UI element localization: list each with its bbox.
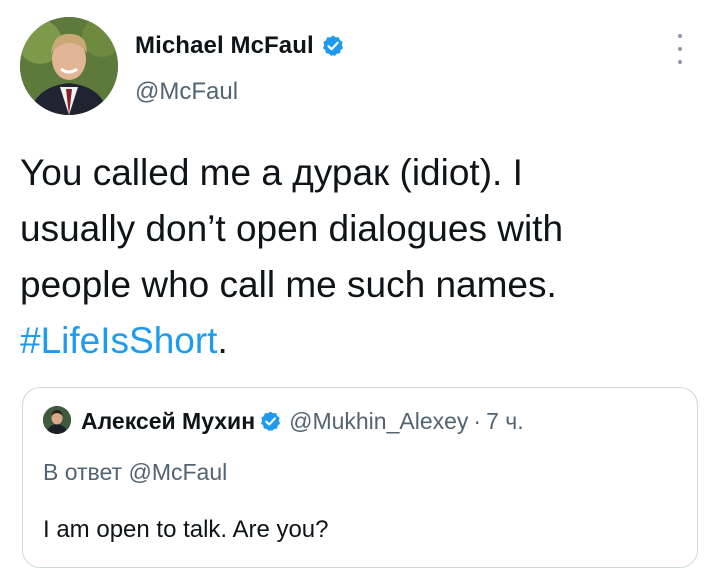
tweet-hashtag-line: #LifeIsShort. bbox=[20, 313, 700, 369]
reply-prefix: В ответ bbox=[43, 459, 123, 485]
author-avatar-image bbox=[20, 17, 118, 115]
verified-badge-icon bbox=[322, 35, 344, 57]
quoted-meta-separator: · bbox=[473, 407, 482, 434]
author-name[interactable]: Michael McFaul bbox=[135, 32, 314, 60]
hashtag-trailing-text: . bbox=[217, 320, 228, 361]
quoted-author-avatar-image bbox=[43, 406, 71, 434]
quoted-author-name[interactable]: Алексей Мухин bbox=[81, 408, 255, 435]
tweet-text-line: people who call me such names. bbox=[20, 264, 557, 305]
quoted-author-avatar[interactable] bbox=[43, 406, 71, 434]
quoted-tweet-time[interactable]: 7 ч. bbox=[486, 408, 524, 435]
quoted-reply-context: В ответ @McFaul bbox=[43, 459, 227, 486]
quoted-tweet-card[interactable]: Алексей Мухин @Mukhin_Alexey · 7 ч. В от… bbox=[22, 387, 698, 568]
verified-badge-icon bbox=[260, 410, 281, 432]
quoted-author-handle[interactable]: @Mukhin_Alexey bbox=[289, 408, 468, 435]
author-handle[interactable]: @McFaul bbox=[135, 78, 238, 106]
tweet-text-line: You called me a дурак (idiot). I bbox=[20, 152, 523, 193]
tweet-text-line: usually don’t open dialogues with bbox=[20, 208, 564, 249]
quoted-tweet-text: I am open to talk. Are you? bbox=[43, 516, 329, 543]
author-avatar[interactable] bbox=[20, 17, 118, 115]
hashtag-link[interactable]: #LifeIsShort bbox=[20, 320, 217, 361]
reply-mention-link[interactable]: @McFaul bbox=[128, 459, 227, 485]
quoted-tweet-header: Алексей Мухин @Mukhin_Alexey · 7 ч. bbox=[81, 407, 524, 435]
tweet: Michael McFaul @McFaul You called me a д… bbox=[0, 0, 720, 587]
tweet-text: You called me a дурак (idiot). I usually… bbox=[20, 145, 700, 369]
more-options-icon[interactable] bbox=[674, 34, 686, 64]
author-name-row: Michael McFaul bbox=[135, 30, 344, 62]
